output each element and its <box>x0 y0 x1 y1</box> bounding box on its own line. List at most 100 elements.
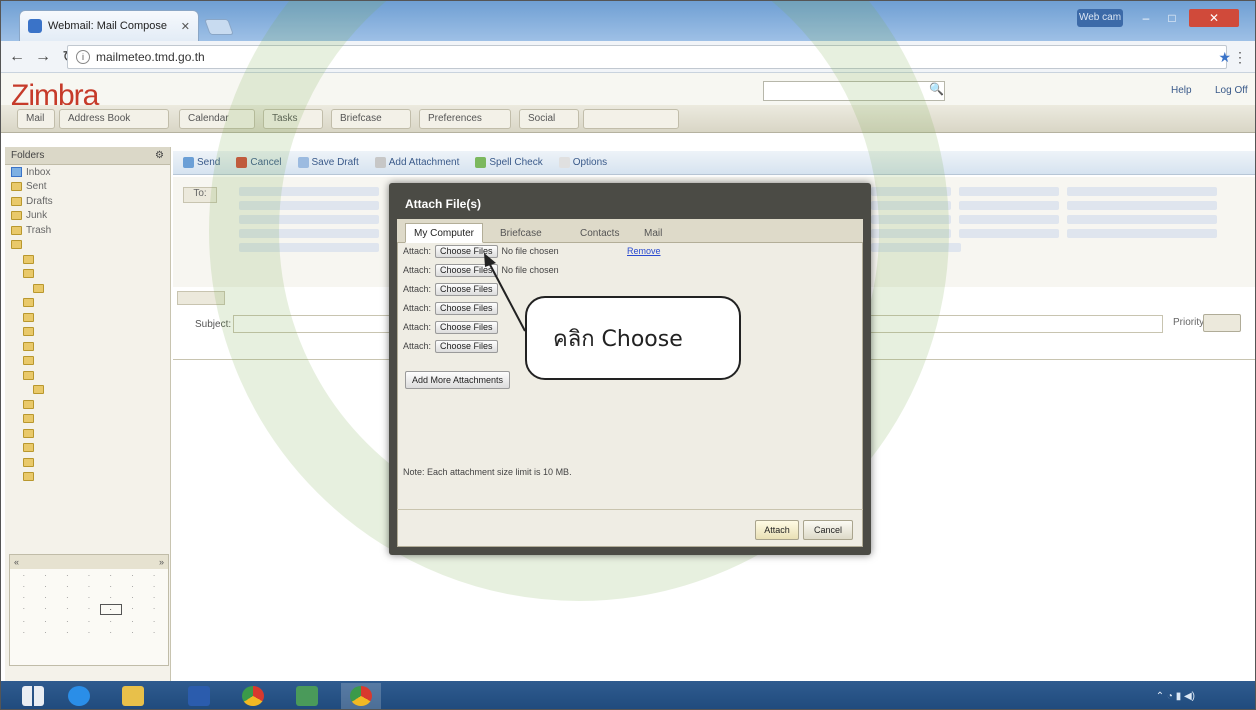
calendar-day[interactable]: · <box>13 617 35 626</box>
search-icon[interactable]: 🔍 <box>929 82 944 96</box>
cancel-compose-button[interactable]: Cancel <box>236 157 282 168</box>
calendar-day[interactable]: · <box>100 617 122 626</box>
app-tab-calendar[interactable]: Calendar <box>179 109 255 129</box>
folders-header[interactable]: Folders ⚙ <box>5 147 170 165</box>
calendar-day[interactable]: · <box>78 604 100 615</box>
taskbar-chrome-active[interactable] <box>341 683 381 709</box>
taskbar-chrome[interactable] <box>233 683 273 709</box>
address-bar[interactable]: i mailmeteo.tmd.go.th <box>67 45 1227 69</box>
recipient-chip[interactable] <box>1067 215 1217 224</box>
taskbar-explorer[interactable] <box>113 683 153 709</box>
sidebar-item-folder[interactable] <box>5 339 170 354</box>
add-more-attachments-button[interactable]: Add More Attachments <box>405 371 511 389</box>
recipient-chip[interactable] <box>1067 201 1217 210</box>
sidebar-item-folder[interactable]: Sent <box>5 180 170 195</box>
calendar-day[interactable]: · <box>122 571 144 580</box>
recipient-chip[interactable] <box>871 201 951 210</box>
calendar-day[interactable]: · <box>100 582 122 591</box>
sidebar-item-folder[interactable]: Junk <box>5 209 170 224</box>
recipient-chip[interactable] <box>239 215 379 224</box>
tab-contacts[interactable]: Contacts <box>571 223 628 243</box>
choose-files-button[interactable]: Choose Files <box>435 320 498 334</box>
close-window-button[interactable]: ✕ <box>1189 9 1239 27</box>
sidebar-item-folder[interactable] <box>5 455 170 470</box>
taskbar-photos[interactable] <box>287 683 327 709</box>
calendar-day[interactable]: · <box>100 628 122 637</box>
sidebar-item-folder[interactable] <box>5 238 170 253</box>
calendar-day[interactable]: · <box>143 617 165 626</box>
browser-tab[interactable]: Webmail: Mail Compose ✕ <box>19 10 199 41</box>
taskbar-ie[interactable] <box>59 683 99 709</box>
calendar-day[interactable]: · <box>56 617 78 626</box>
cancel-button[interactable]: Cancel <box>803 520 853 540</box>
calendar-day[interactable]: · <box>78 582 100 591</box>
calendar-day[interactable]: · <box>143 582 165 591</box>
app-tab-social[interactable]: Social <box>519 109 579 129</box>
add-attachment-button[interactable]: Add Attachment <box>374 157 459 168</box>
back-icon[interactable]: ← <box>9 48 25 66</box>
options-button[interactable]: Options <box>558 157 607 168</box>
taskbar-word[interactable] <box>179 683 219 709</box>
calendar-day[interactable]: · <box>56 571 78 580</box>
info-icon[interactable]: i <box>76 50 90 64</box>
recipient-chip[interactable] <box>871 215 951 224</box>
calendar-day[interactable]: · <box>143 593 165 602</box>
calendar-day[interactable]: · <box>99 604 122 615</box>
chrome-menu-icon[interactable]: ⋮ <box>1233 49 1247 66</box>
calendar-day[interactable]: · <box>35 604 57 615</box>
calendar-day[interactable]: · <box>100 571 122 580</box>
calendar-day[interactable]: · <box>78 617 100 626</box>
app-tab-briefcase[interactable]: Briefcase <box>331 109 411 129</box>
app-tab-compose[interactable] <box>583 109 679 129</box>
forward-icon[interactable]: → <box>35 48 51 66</box>
cc-button[interactable] <box>177 291 225 305</box>
system-tray[interactable]: ⌃ ◔ ▮ ◀) <box>1156 691 1195 702</box>
choose-files-button[interactable]: Choose Files <box>435 263 498 277</box>
prev-month-icon[interactable]: « <box>14 557 19 567</box>
sidebar-item-folder[interactable] <box>5 296 170 311</box>
app-tab-tasks[interactable]: Tasks <box>263 109 323 129</box>
calendar-day[interactable]: · <box>78 593 100 602</box>
tab-briefcase[interactable]: Briefcase <box>491 223 551 243</box>
calendar-day[interactable]: · <box>143 571 165 580</box>
remove-link[interactable]: Remove <box>627 246 661 256</box>
maximize-button[interactable]: □ <box>1159 9 1185 27</box>
calendar-day[interactable]: · <box>35 571 57 580</box>
tab-mail[interactable]: Mail <box>635 223 671 243</box>
calendar-day[interactable]: · <box>13 628 35 637</box>
calendar-day[interactable]: · <box>35 582 57 591</box>
send-button[interactable]: Send <box>183 157 220 168</box>
recipient-chip[interactable] <box>959 201 1059 210</box>
recipient-chip[interactable] <box>239 229 379 238</box>
app-tab-preferences[interactable]: Preferences <box>419 109 511 129</box>
calendar-day[interactable]: · <box>122 604 144 615</box>
sidebar-item-folder[interactable] <box>5 383 170 398</box>
priority-select[interactable] <box>1203 314 1241 332</box>
choose-files-button[interactable]: Choose Files <box>435 301 498 315</box>
sidebar-item-folder[interactable] <box>5 441 170 456</box>
recipient-chip[interactable] <box>1067 229 1217 238</box>
recipient-chip[interactable] <box>871 187 951 196</box>
calendar-day[interactable]: · <box>35 628 57 637</box>
recipient-chip[interactable] <box>871 243 961 252</box>
bookmark-star-icon[interactable]: ★ <box>1218 49 1231 66</box>
calendar-day[interactable]: · <box>100 593 122 602</box>
app-tab-mail[interactable]: Mail <box>17 109 55 129</box>
sidebar-item-folder[interactable] <box>5 397 170 412</box>
sidebar-item-folder[interactable] <box>5 281 170 296</box>
recipient-chip[interactable] <box>959 229 1059 238</box>
calendar-day[interactable]: · <box>122 582 144 591</box>
recipient-chip[interactable] <box>239 187 379 196</box>
sidebar-item-folder[interactable]: Trash <box>5 223 170 238</box>
search-input[interactable] <box>763 81 945 101</box>
calendar-day[interactable]: · <box>13 571 35 580</box>
sidebar-item-folder[interactable] <box>5 368 170 383</box>
recipient-chip[interactable] <box>239 243 379 252</box>
sidebar-item-folder[interactable] <box>5 470 170 485</box>
tab-close-icon[interactable]: ✕ <box>181 20 190 33</box>
calendar-day[interactable]: · <box>122 628 144 637</box>
next-month-icon[interactable]: » <box>159 557 164 567</box>
start-button[interactable] <box>13 683 53 709</box>
app-tab-address-book[interactable]: Address Book <box>59 109 169 129</box>
help-menu[interactable]: Help <box>1171 85 1192 96</box>
